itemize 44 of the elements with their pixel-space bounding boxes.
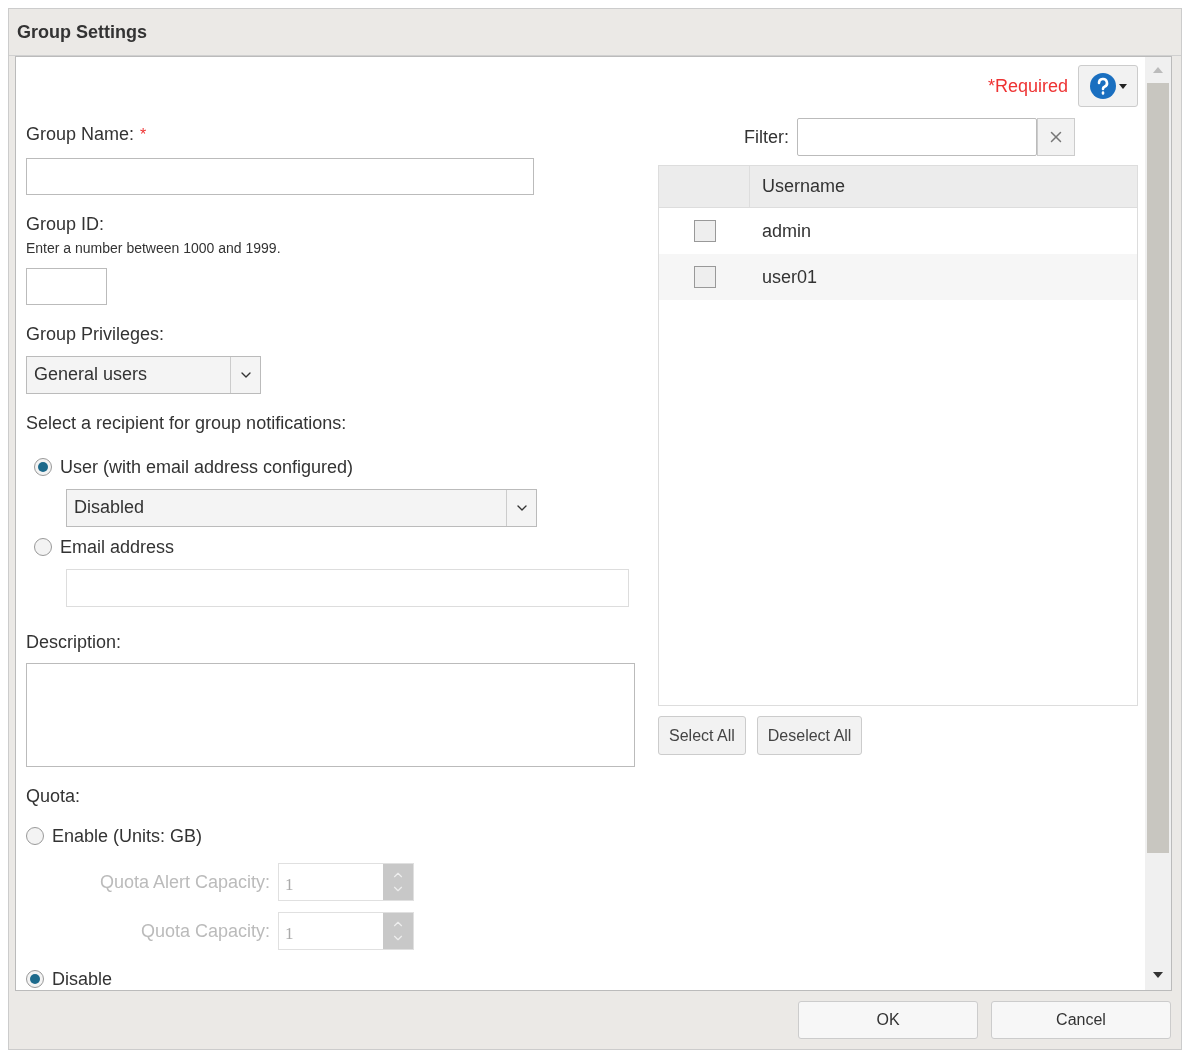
help-button[interactable] <box>1078 65 1138 107</box>
radio-button[interactable] <box>26 970 44 988</box>
radio-label: Enable (Units: GB) <box>52 825 203 847</box>
table-cell-text: admin <box>761 219 812 243</box>
dialog-button[interactable]: Cancel <box>991 1001 1171 1039</box>
filter-label: Filter: <box>744 126 789 148</box>
field-label: Description: <box>26 630 123 653</box>
field-label: Quota Capacity: <box>139 919 271 943</box>
radio-label: Email address <box>60 535 175 558</box>
required-mark: * <box>140 125 147 145</box>
window-title: Group Settings <box>17 20 147 44</box>
column-header: Username <box>761 175 847 198</box>
field-label: Group Privileges: <box>26 322 166 345</box>
required-note: *Required <box>987 74 1068 98</box>
dropdown[interactable]: Disabled <box>66 488 537 527</box>
clear-button[interactable] <box>1037 118 1075 156</box>
field-label: Select a recipient for group notifications: <box>26 411 348 434</box>
scrollbar[interactable] <box>1145 57 1171 990</box>
radio-label: Disable <box>52 968 113 990</box>
input-field[interactable] <box>26 268 107 305</box>
scroll-down-icon[interactable] <box>1153 972 1163 978</box>
checkbox[interactable] <box>693 220 716 242</box>
help-icon <box>1089 72 1117 100</box>
filter-field[interactable] <box>797 118 1037 156</box>
hint-text: Enter a number between 1000 and 1999. <box>26 239 282 257</box>
description-field[interactable] <box>26 662 635 767</box>
input-field[interactable] <box>66 568 629 607</box>
field-label: Group Name: <box>26 123 135 145</box>
table-button[interactable]: Select All <box>658 716 746 755</box>
field-label: Quota: <box>26 785 82 807</box>
table-cell-text: user01 <box>761 265 818 289</box>
checkbox[interactable] <box>693 266 716 288</box>
dialog-button[interactable]: OK <box>798 1001 978 1039</box>
table-button[interactable]: Deselect All <box>756 716 863 755</box>
input-field[interactable] <box>26 158 534 195</box>
field-label: Quota Alert Capacity: <box>98 870 271 894</box>
dropdown[interactable]: General users <box>26 355 261 394</box>
field-label: Group ID: <box>26 213 106 235</box>
radio-button[interactable] <box>34 537 52 556</box>
caret-icon <box>1119 83 1127 89</box>
radio-label: User (with email address configured) <box>60 455 354 478</box>
radio-button[interactable] <box>34 457 52 476</box>
scroll-up-icon[interactable] <box>1153 67 1163 73</box>
radio-button[interactable] <box>26 827 44 845</box>
